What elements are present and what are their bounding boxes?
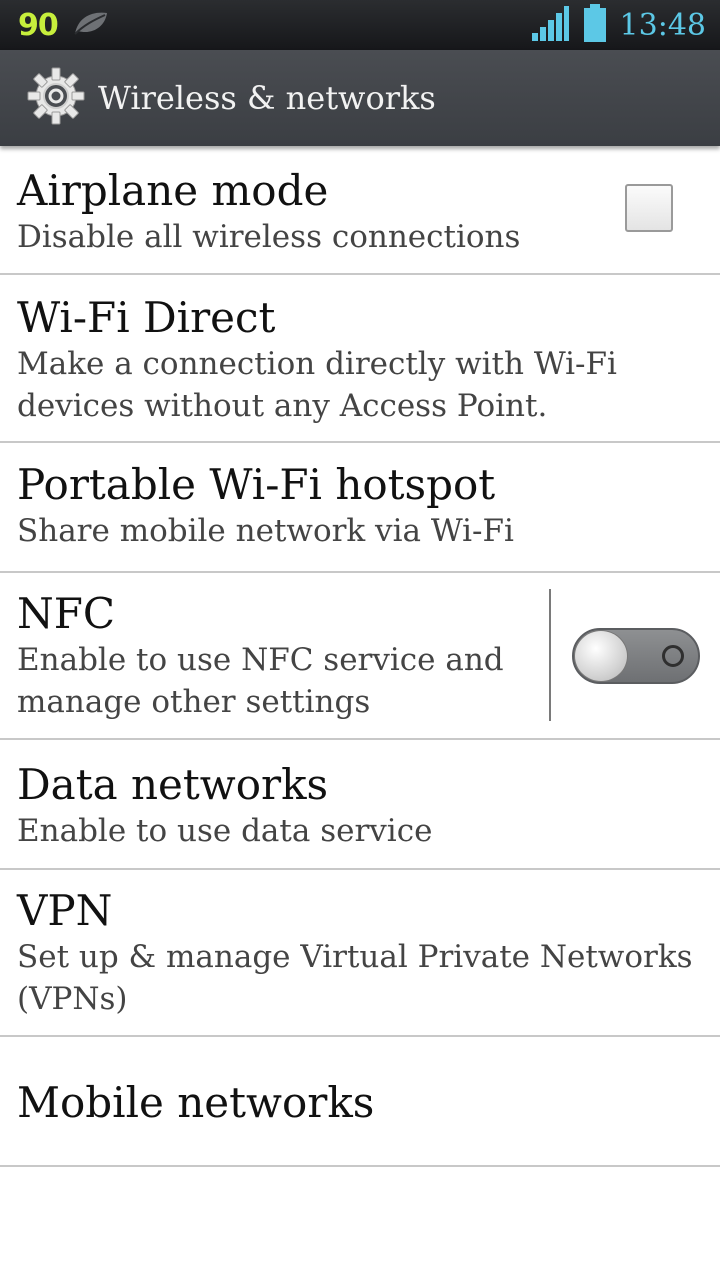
item-summary: Disable all wireless connections	[17, 219, 521, 255]
item-summary-line: manage other settings	[17, 684, 371, 720]
list-item-airplane-mode[interactable]: Airplane mode Disable all wireless conne…	[0, 146, 720, 275]
status-bar: 90 13:48	[0, 0, 720, 50]
list-item-vpn[interactable]: VPN Set up & manage Virtual Private Netw…	[0, 870, 720, 1037]
list-item-wifi-direct[interactable]: Wi-Fi Direct Make a connection directly …	[0, 275, 720, 443]
item-title: Wi-Fi Direct	[17, 293, 276, 342]
item-title: Mobile networks	[17, 1078, 375, 1127]
signal-bars-icon	[530, 3, 570, 47]
list-item-portable-hotspot[interactable]: Portable Wi-Fi hotspot Share mobile netw…	[0, 443, 720, 573]
action-bar: Wireless & networks	[0, 50, 720, 146]
item-summary-line: Set up & manage Virtual Private Networks	[17, 939, 693, 975]
item-summary-line: (VPNs)	[17, 981, 128, 1017]
item-title: Airplane mode	[17, 166, 329, 215]
item-summary-line: devices without any Access Point.	[17, 388, 548, 424]
airplane-mode-checkbox[interactable]	[625, 184, 673, 232]
toggle-knob	[574, 630, 628, 682]
gear-icon[interactable]	[26, 66, 86, 130]
item-summary: Share mobile network via Wi-Fi	[17, 513, 514, 549]
list-item-nfc[interactable]: NFC Enable to use NFC service and manage…	[0, 573, 720, 740]
list-item-data-networks[interactable]: Data networks Enable to use data service	[0, 740, 720, 870]
item-summary-line: Make a connection directly with Wi-Fi	[17, 346, 617, 382]
list-item-mobile-networks[interactable]: Mobile networks	[0, 1037, 720, 1167]
nfc-toggle[interactable]	[572, 628, 700, 684]
divider	[549, 589, 551, 721]
page-title: Wireless & networks	[98, 79, 436, 117]
settings-list: Airplane mode Disable all wireless conne…	[0, 146, 720, 1167]
item-title: VPN	[17, 886, 113, 935]
clock: 13:48	[619, 7, 706, 43]
battery-icon	[582, 3, 608, 47]
leaf-icon	[72, 9, 110, 41]
item-title: Portable Wi-Fi hotspot	[17, 460, 496, 509]
notification-count: 90	[18, 7, 59, 43]
item-title: Data networks	[17, 760, 329, 809]
item-summary: Enable to use data service	[17, 813, 433, 849]
toggle-off-indicator-icon	[662, 645, 684, 667]
